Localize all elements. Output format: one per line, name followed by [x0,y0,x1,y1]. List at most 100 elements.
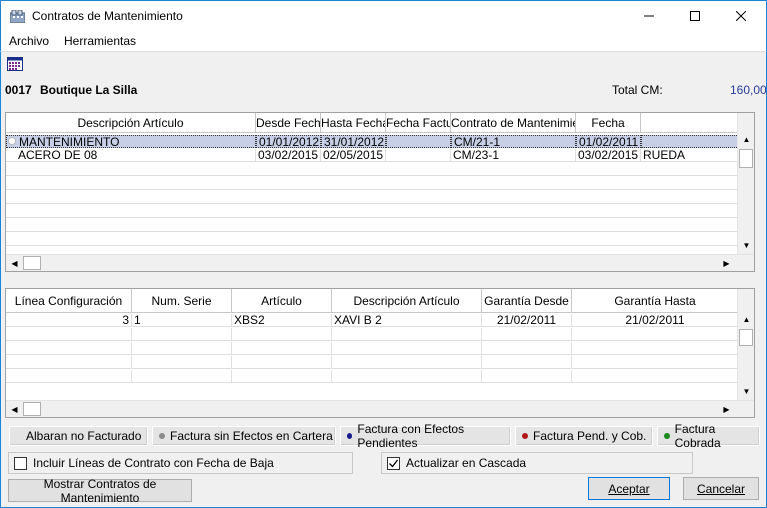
minimize-icon [644,15,654,17]
table-cell[interactable]: CM/21-1 [451,135,576,148]
legend-label: Factura sin Efectos en Cartera [170,429,333,443]
accept-label: Aceptar [608,481,650,496]
customer-name: Boutique La Silla [40,83,138,97]
total-label: Total CM: [612,83,663,97]
scroll-up-button[interactable]: ▲ [738,311,755,328]
maximize-button[interactable] [672,1,718,31]
column-header[interactable] [641,113,739,133]
menu-herramientas[interactable]: Herramientas [64,34,136,48]
close-icon [736,11,746,21]
app-icon [10,10,25,23]
cascade-option[interactable]: Actualizar en Cascada [381,452,693,474]
column-header[interactable]: Contrato de Mantenimiento [451,113,576,133]
table-cell[interactable]: CM/23-1 [451,149,576,162]
table-row [6,233,739,246]
table-row[interactable]: 3 1 XBS2 XAVI B 2 21/02/2011 21/02/2011 [6,314,739,327]
include-baja-checkbox[interactable] [14,456,27,470]
scroll-down-button[interactable]: ▼ [738,383,755,400]
scroll-right-button[interactable]: ▶ [718,401,735,418]
vertical-scrollbar[interactable]: ▲ ▼ [737,113,754,254]
scroll-left-button[interactable]: ◀ [6,255,23,272]
scroll-thumb[interactable] [739,329,753,346]
column-header[interactable]: Num. Serie [132,289,232,313]
table-cell[interactable]: ACERO DE 08 [6,149,256,162]
table-cell[interactable] [386,135,451,148]
legend-label: Factura Pend. y Cob. [533,429,647,443]
table-cell[interactable]: 1 [132,314,232,327]
scroll-thumb[interactable] [23,256,41,270]
lines-grid[interactable]: Línea Configuración Num. Serie Artículo … [5,288,755,418]
horizontal-scrollbar[interactable]: ◀ ▶ [6,254,754,271]
table-cell[interactable]: 21/02/2011 [572,314,739,327]
column-header[interactable]: Descripción Artículo [332,289,482,313]
table-row [6,177,739,190]
table-cell[interactable]: MANTENIMIENTO [6,135,256,148]
scroll-thumb[interactable] [739,149,753,168]
scroll-left-button[interactable]: ◀ [6,401,23,418]
contracts-grid-header: Descripción Artículo Desde Fecha Hasta F… [6,113,739,133]
table-cell[interactable]: 01/02/2011 [576,135,641,148]
checkmark-icon [389,459,399,467]
customer-code: 0017 [5,83,32,97]
include-baja-label: Incluir Líneas de Contrato con Fecha de … [33,456,274,470]
column-header[interactable]: Garantía Desde [482,289,572,313]
column-header[interactable]: Artículo [232,289,332,313]
table-row [6,356,739,369]
column-header[interactable]: Fecha Factura [386,113,451,133]
table-row [6,163,739,176]
vertical-scrollbar[interactable]: ▲ ▼ [737,289,754,400]
contracts-grid[interactable]: Descripción Artículo Desde Fecha Hasta F… [5,112,755,272]
table-cell[interactable] [641,135,739,148]
cancel-button[interactable]: Cancelar [683,477,759,500]
gray-dot-icon [159,433,165,439]
scroll-up-button[interactable]: ▲ [738,131,755,148]
table-cell[interactable] [386,149,451,162]
table-row [6,370,739,383]
menu-bar: Archivo Herramientas [0,31,767,51]
cascade-checkbox[interactable] [387,456,400,470]
table-row[interactable]: ACERO DE 08 03/02/2015 02/05/2015 CM/23-… [6,149,739,162]
window-title: Contratos de Mantenimiento [32,9,183,23]
table-cell[interactable]: 03/02/2015 [256,149,321,162]
column-header[interactable]: Desde Fecha [256,113,321,133]
column-header[interactable]: Hasta Fecha [321,113,386,133]
table-cell[interactable]: 02/05/2015 [321,149,386,162]
column-header[interactable]: Descripción Artículo [6,113,256,133]
table-cell[interactable]: XBS2 [232,314,332,327]
legend-factura-cobrada: Factura Cobrada [657,422,760,450]
total-value: 160,00 [730,83,767,97]
lines-grid-header: Línea Configuración Num. Serie Artículo … [6,289,739,313]
legend-factura-efectos-pendientes: Factura con Efectos Pendientes [340,422,511,450]
green-dot-icon [664,433,670,439]
cancel-label: Cancelar [696,481,746,496]
calendar-icon[interactable] [7,57,23,71]
scroll-thumb[interactable] [23,402,41,416]
include-baja-option[interactable]: Incluir Líneas de Contrato con Fecha de … [8,452,353,474]
table-row [6,219,739,232]
table-cell[interactable]: 03/02/2015 [576,149,641,162]
table-row[interactable]: MANTENIMIENTO 01/01/2012 31/01/2012 CM/2… [6,135,739,148]
red-dot-icon [522,433,528,439]
table-cell[interactable]: 01/01/2012 [256,135,321,148]
blue-dot-icon [347,433,353,439]
column-header[interactable]: Garantía Hasta [572,289,739,313]
menu-archivo[interactable]: Archivo [9,34,49,48]
column-header[interactable]: Línea Configuración [6,289,132,313]
legend-factura-sin-efectos: Factura sin Efectos en Cartera [152,426,336,446]
minimize-button[interactable] [626,1,672,31]
legend-label: Factura Cobrada [674,422,721,450]
table-cell[interactable]: 31/01/2012 [321,135,386,148]
table-cell[interactable]: 21/02/2011 [482,314,572,327]
title-bar: Contratos de Mantenimiento [0,0,767,31]
row-status-indicator [8,137,16,145]
accept-button[interactable]: Aceptar [588,477,670,500]
column-header[interactable]: Fecha [576,113,641,133]
horizontal-scrollbar[interactable]: ◀ ▶ [6,400,754,417]
table-cell[interactable]: XAVI B 2 [332,314,482,327]
table-cell[interactable]: RUEDA [641,149,739,162]
close-button[interactable] [718,1,764,31]
show-contracts-button[interactable]: Mostrar Contratos de Mantenimiento [8,477,192,505]
scroll-down-button[interactable]: ▼ [738,237,755,254]
scroll-right-button[interactable]: ▶ [718,255,735,272]
table-cell[interactable]: 3 [6,314,132,327]
